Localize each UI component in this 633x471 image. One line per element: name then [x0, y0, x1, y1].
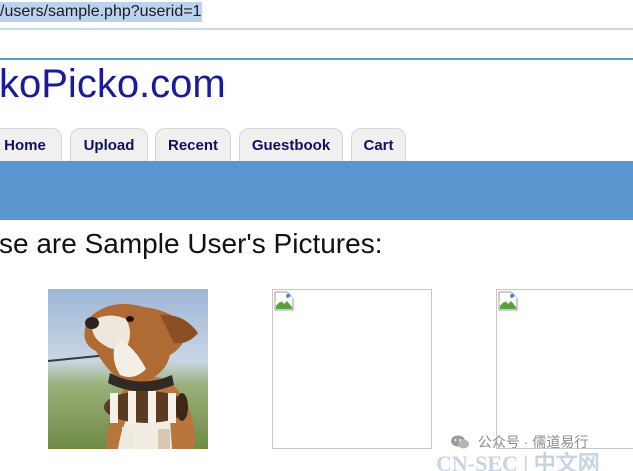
tab-upload[interactable]: Upload	[70, 128, 148, 161]
address-bar[interactable]: /users/sample.php?userid=1	[0, 0, 633, 28]
watermark-brand: CN-SEC | 中文网	[436, 451, 600, 471]
tab-recent[interactable]: Recent	[155, 128, 231, 161]
dog-photo	[48, 289, 208, 449]
tab-cart[interactable]: Cart	[351, 128, 406, 161]
broken-image-icon	[498, 291, 518, 311]
url-text-selected[interactable]: /users/sample.php?userid=1	[0, 2, 203, 22]
address-bar-divider	[0, 28, 633, 30]
user-picture-2[interactable]	[272, 289, 432, 449]
tab-home[interactable]: Home	[0, 128, 62, 161]
broken-image-icon	[274, 291, 294, 311]
browser-page: /users/sample.php?userid=1 koPicko.com H…	[0, 0, 633, 471]
tab-guestbook[interactable]: Guestbook	[239, 128, 343, 161]
site-title[interactable]: koPicko.com	[0, 60, 226, 108]
nav-tabs: Home Upload Recent Guestbook Cart	[0, 128, 633, 161]
user-picture-1[interactable]	[48, 289, 208, 449]
user-picture-3[interactable]	[496, 289, 633, 449]
page-heading: se are Sample User's Pictures:	[0, 228, 383, 259]
header-band	[0, 161, 633, 220]
